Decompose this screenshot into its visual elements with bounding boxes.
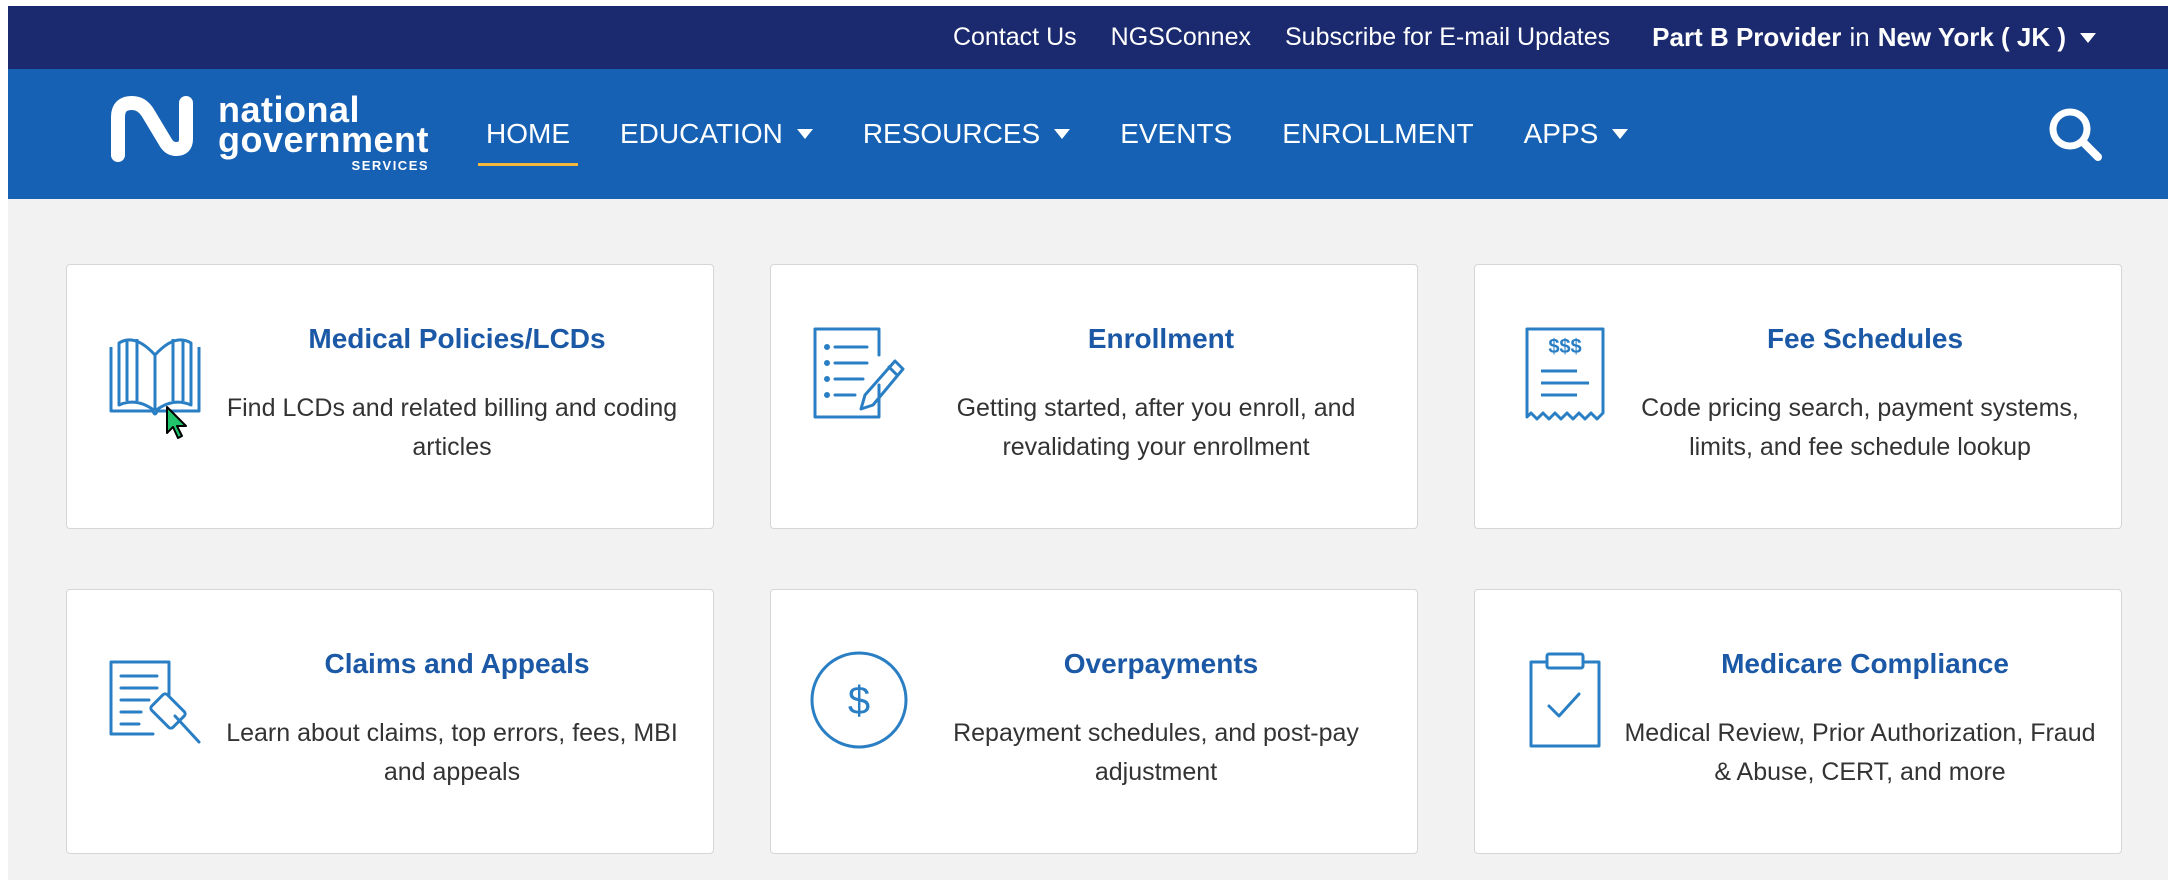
card-title: Overpayments xyxy=(1063,648,1259,679)
gavel-document-icon xyxy=(109,660,201,744)
card-medical-policies[interactable]: Medical Policies/LCDs Find LCDs and rela… xyxy=(66,264,714,529)
card-title: Medicare Compliance xyxy=(1721,648,2009,679)
mouse-cursor-icon xyxy=(166,406,187,439)
clipboard-check-icon xyxy=(1529,652,1601,748)
card-overpayments[interactable]: $ Overpayments Repayment schedules, and … xyxy=(770,589,1418,854)
card-title: Medical Policies/LCDs xyxy=(308,323,606,354)
card-description: Code pricing search, payment systems, li… xyxy=(1641,394,2079,461)
caret-down-icon xyxy=(1612,129,1629,139)
page-frame: Contact Us NGSConnex Subscribe for E-mai… xyxy=(8,6,2168,880)
nav-education[interactable]: EDUCATION xyxy=(620,69,813,199)
card-description: Find LCDs and related billing and coding… xyxy=(226,394,678,461)
card-enrollment[interactable]: Enrollment Getting started, after you en… xyxy=(770,264,1418,529)
card-title: Fee Schedules xyxy=(1766,323,1964,354)
utility-bar: Contact Us NGSConnex Subscribe for E-mai… xyxy=(8,6,2168,69)
ngs-logo-icon xyxy=(111,96,193,162)
nav-enrollment-label: ENROLLMENT xyxy=(1282,118,1474,149)
nav-resources[interactable]: RESOURCES xyxy=(862,69,1071,199)
ngs-logo-text: national government SERVICES xyxy=(218,92,430,175)
document-pen-icon xyxy=(813,327,905,419)
nav-home-label: HOME xyxy=(486,118,570,149)
ngs-logo[interactable]: national government SERVICES xyxy=(108,92,458,175)
logo-line-2: government xyxy=(218,119,430,160)
nav-apps-label: APPS xyxy=(1523,118,1599,149)
svg-text:$: $ xyxy=(848,679,870,723)
dollar-circle-icon: $ xyxy=(810,651,908,749)
contact-us-link[interactable]: Contact Us xyxy=(953,23,1077,52)
region-role: Part B Provider xyxy=(1652,22,1842,52)
subscribe-email-link[interactable]: Subscribe for E-mail Updates xyxy=(1285,23,1610,52)
card-description: Getting started, after you enroll, and r… xyxy=(956,394,1356,461)
caret-down-icon xyxy=(1054,129,1071,139)
region-state: New York ( JK ) xyxy=(1877,22,2066,52)
main-nav: national government SERVICES HOME EDUCAT… xyxy=(8,69,2168,199)
nav-items: HOME EDUCATION RESOURCES EVENTS ENROLLME… xyxy=(478,69,1678,199)
card-description: Repayment schedules, and post-pay adjust… xyxy=(953,719,1359,786)
nav-resources-label: RESOURCES xyxy=(862,118,1041,149)
utility-links: Contact Us NGSConnex Subscribe for E-mai… xyxy=(919,6,2096,69)
card-description: Learn about claims, top errors, fees, MB… xyxy=(226,719,678,786)
card-fee-schedules[interactable]: $$$ Fee Schedules Code pricing search, p… xyxy=(1474,264,2122,529)
caret-down-icon xyxy=(796,129,813,139)
nav-events-label: EVENTS xyxy=(1120,118,1233,149)
nav-enrollment[interactable]: ENROLLMENT xyxy=(1282,69,1473,199)
card-title: Claims and Appeals xyxy=(324,648,590,679)
nav-home[interactable]: HOME xyxy=(478,69,578,199)
search-icon[interactable] xyxy=(2046,105,2104,163)
nav-events[interactable]: EVENTS xyxy=(1120,69,1232,199)
ngsconnex-link[interactable]: NGSConnex xyxy=(1111,23,1251,52)
quick-links-grid: Medical Policies/LCDs Find LCDs and rela… xyxy=(8,199,2168,880)
nav-apps[interactable]: APPS xyxy=(1524,69,1629,199)
receipt-icon: $$$ xyxy=(1525,327,1605,421)
logo-line-3: SERVICES xyxy=(351,158,430,173)
card-description: Medical Review, Prior Authorization, Fra… xyxy=(1624,719,2096,786)
svg-text:$$$: $$$ xyxy=(1548,336,1581,358)
nav-education-label: EDUCATION xyxy=(620,118,783,149)
caret-down-icon xyxy=(2080,32,2096,43)
card-medicare-compliance[interactable]: Medicare Compliance Medical Review, Prio… xyxy=(1474,589,2122,854)
region-in: in xyxy=(1849,22,1870,52)
card-title: Enrollment xyxy=(1087,323,1235,354)
card-claims-appeals[interactable]: Claims and Appeals Learn about claims, t… xyxy=(66,589,714,854)
region-selector[interactable]: Part B Provider in New York ( JK ) xyxy=(1652,22,2096,53)
